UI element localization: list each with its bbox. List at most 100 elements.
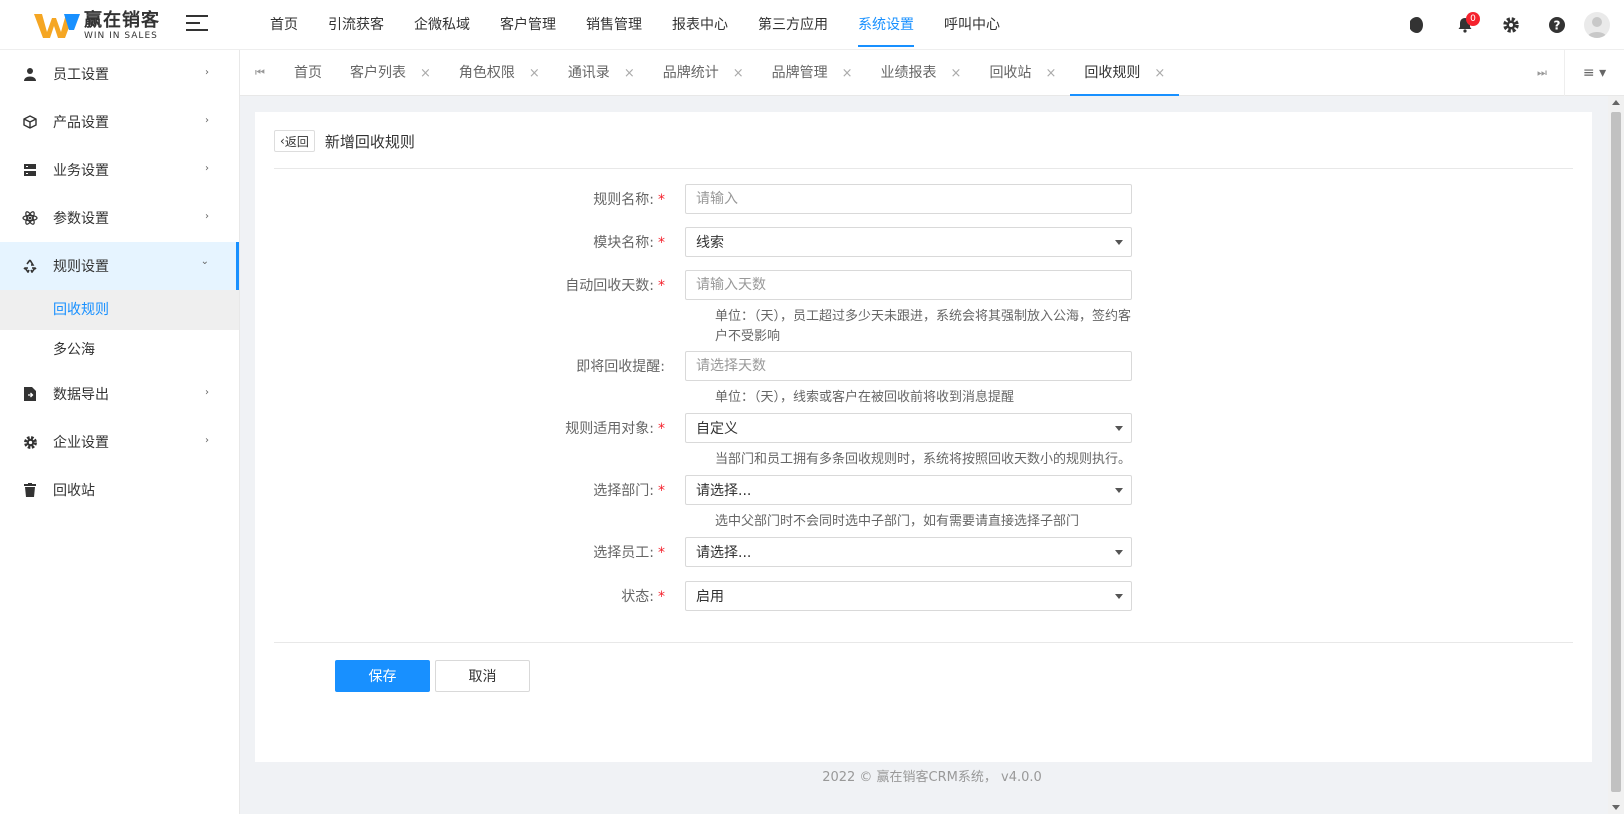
cancel-button[interactable]: 取消 <box>435 660 530 692</box>
sidebar-item-data-export[interactable]: 数据导出 › <box>0 370 239 418</box>
scroll-up-arrow-icon[interactable] <box>1612 100 1620 105</box>
sidebar-item-employee-settings[interactable]: 员工设置 › <box>0 50 239 98</box>
tab-label: 通讯录 <box>567 65 610 81</box>
target-select[interactable]: 自定义 <box>685 413 1132 443</box>
topnav-sales-mgmt[interactable]: 销售管理 <box>571 0 657 50</box>
module-name-label: 模块名称: * <box>255 232 685 252</box>
label-text: 模块名称: <box>593 235 654 251</box>
tab-contacts[interactable]: 通讯录 × <box>554 50 649 96</box>
auto-days-help-text: 单位：（天），员工超过多少天未跟进，系统会将其强制放入公海，签约客户不受影响 <box>715 309 1132 344</box>
save-button[interactable]: 保存 <box>335 660 430 692</box>
tabs-scroll-left-icon[interactable]: ⏮ <box>240 50 280 96</box>
settings-gear-icon[interactable] <box>1488 0 1534 50</box>
topnav-call-center[interactable]: 呼叫中心 <box>929 0 1015 50</box>
close-icon[interactable]: × <box>842 66 853 81</box>
tabs-scroll-right-icon[interactable]: ⏭ <box>1524 50 1560 96</box>
topnav-home[interactable]: 首页 <box>255 0 313 50</box>
close-icon[interactable]: × <box>624 66 635 81</box>
select-value: 启用 <box>696 589 724 605</box>
file-export-icon <box>22 386 38 402</box>
notification-bell-icon[interactable]: 0 <box>1442 0 1488 50</box>
sidebar-item-parameter-settings[interactable]: 参数设置 › <box>0 194 239 242</box>
scroll-down-arrow-icon[interactable] <box>1612 805 1620 810</box>
svg-text:?: ? <box>1554 19 1561 33</box>
remind-days-input[interactable] <box>685 351 1132 381</box>
scroll-thumb[interactable] <box>1611 112 1621 792</box>
form-row-module-name: 模块名称: * 线索 <box>255 227 1132 257</box>
select-value: 自定义 <box>696 421 738 437</box>
close-icon[interactable]: × <box>420 66 431 81</box>
top-nav: 首页 引流获客 企微私域 客户管理 销售管理 报表中心 第三方应用 系统设置 呼… <box>255 0 1015 50</box>
user-avatar[interactable] <box>1584 12 1610 38</box>
tab-brand-stats[interactable]: 品牌统计 × <box>649 50 758 96</box>
topnav-system-settings[interactable]: 系统设置 <box>843 0 929 50</box>
chevron-down-icon: ⌄ <box>200 256 209 267</box>
back-label: 返回 <box>284 134 309 149</box>
topnav-customer-mgmt[interactable]: 客户管理 <box>485 0 571 50</box>
chevron-right-icon: › <box>205 211 209 222</box>
caret-down-icon <box>1115 426 1123 431</box>
sidebar-item-label: 规则设置 <box>53 259 109 275</box>
server-icon <box>22 162 38 178</box>
close-icon[interactable]: × <box>1154 66 1165 81</box>
back-button[interactable]: ‹ 返回 <box>274 130 315 152</box>
sidebar-subitem-multi-pool[interactable]: 多公海 <box>0 330 239 370</box>
label-text: 状态: <box>621 589 654 605</box>
tab-recycle-rules[interactable]: 回收规则 × <box>1070 50 1180 96</box>
chevron-right-icon: › <box>205 387 209 398</box>
brand-logo[interactable]: 赢在销客 WIN IN SALES <box>34 11 160 41</box>
tab-brand-mgmt[interactable]: 品牌管理 × <box>758 50 867 96</box>
brand-name-en: WIN IN SALES <box>84 30 158 41</box>
tab-performance-report[interactable]: 业绩报表 × <box>867 50 976 96</box>
tab-label: 角色权限 <box>458 65 515 81</box>
page-scrollbar[interactable] <box>1608 96 1624 814</box>
sidebar-subitem-recycle-rule[interactable]: 回收规则 <box>0 290 239 330</box>
close-icon[interactable]: × <box>1045 66 1056 81</box>
form-row-rule-name: 规则名称: * <box>255 184 1132 214</box>
employee-select[interactable]: 请选择... <box>685 537 1132 567</box>
label-text: 选择员工: <box>593 545 654 561</box>
sidebar-item-company-settings[interactable]: 企业设置 › <box>0 418 239 466</box>
tab-recycle-bin[interactable]: 回收站 × <box>975 50 1070 96</box>
close-icon[interactable]: × <box>733 66 744 81</box>
topnav-reports[interactable]: 报表中心 <box>657 0 743 50</box>
form-row-status: 状态: * 启用 <box>255 581 1132 611</box>
tab-home[interactable]: 首页 <box>280 50 336 96</box>
topnav-third-party[interactable]: 第三方应用 <box>743 0 843 50</box>
tab-customer-list[interactable]: 客户列表 × <box>336 50 445 96</box>
tab-role-permissions[interactable]: 角色权限 × <box>445 50 554 96</box>
help-icon[interactable]: ? <box>1534 0 1580 50</box>
topnav-wecom-private[interactable]: 企微私域 <box>399 0 485 50</box>
module-name-select[interactable]: 线索 <box>685 227 1132 257</box>
close-icon[interactable]: × <box>529 66 540 81</box>
auto-days-input[interactable] <box>685 270 1132 300</box>
required-mark: * <box>658 589 665 605</box>
sidebar-item-rule-settings[interactable]: 规则设置 ⌄ <box>0 242 239 290</box>
status-select[interactable]: 启用 <box>685 581 1132 611</box>
sidebar-item-business-settings[interactable]: 业务设置 › <box>0 146 239 194</box>
dark-mode-icon[interactable] <box>1396 0 1442 50</box>
gear-icon <box>22 434 38 450</box>
caret-down-icon <box>1115 488 1123 493</box>
department-select[interactable]: 请选择... <box>685 475 1132 505</box>
chevron-right-icon: › <box>205 163 209 174</box>
tabs-menu-icon[interactable]: ≡ ▾ <box>1564 50 1624 96</box>
top-navbar: 赢在销客 WIN IN SALES 首页 引流获客 企微私域 客户管理 销售管理… <box>0 0 1624 50</box>
sidebar-item-label: 业务设置 <box>53 163 109 179</box>
topnav-lead-gen[interactable]: 引流获客 <box>313 0 399 50</box>
label-text: 规则适用对象: <box>565 421 654 437</box>
tab-label: 品牌统计 <box>662 65 719 81</box>
rule-name-input[interactable] <box>685 184 1132 214</box>
close-icon[interactable]: × <box>951 66 962 81</box>
menu-toggle-icon[interactable] <box>186 15 208 33</box>
recycle-icon <box>22 258 38 274</box>
caret-down-icon <box>1115 240 1123 245</box>
tab-label: 业绩报表 <box>880 65 937 81</box>
sidebar-item-product-settings[interactable]: 产品设置 › <box>0 98 239 146</box>
sidebar-item-label: 企业设置 <box>53 435 109 451</box>
required-mark: * <box>658 483 665 499</box>
form-card: ‹返回 新增回收规则 规则名称:* 模块名称:* 线索 自动回收天数:* 单位：… <box>255 112 1592 762</box>
sidebar-item-recycle-bin[interactable]: 回收站 <box>0 466 239 514</box>
remind-help-text: 单位：（天），线索或客户在被回收前将收到消息提醒 <box>715 390 1015 405</box>
employee-label: 选择员工: * <box>255 542 685 562</box>
